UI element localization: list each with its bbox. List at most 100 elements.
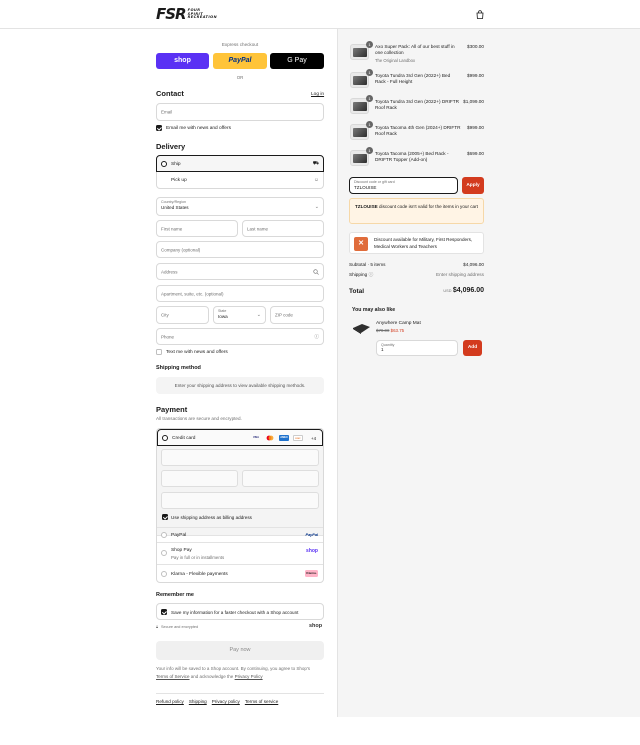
country-value: United States [161,204,189,210]
discount-code-value: TZLOUISE [354,184,377,190]
shipping-policy-link[interactable]: Shipping [189,699,207,704]
discount-code-field[interactable]: Discount code or gift card TZLOUISE [349,177,458,194]
card-expiry-field[interactable] [161,470,238,487]
payment-options: Credit card VISA AMEX DISC +4 Use shippi… [156,428,324,583]
last-name-placeholder: Last name [247,226,269,231]
subtotal-label: Subtotal · 5 items [349,262,386,267]
shop-brand-logo: shop [309,623,323,629]
site-header: FSR FOUR SPIRIT RECREATION [0,0,640,29]
paypal-option[interactable]: PayPal PayPal [157,527,323,542]
logo-words: FOUR SPIRIT RECREATION [187,8,217,20]
paypal-radio[interactable] [161,532,167,538]
secure-label: Secure and encrypted [161,625,199,629]
shop-terms-link[interactable]: Terms of Service [156,674,190,679]
item-name: Toyota Tundra 3rd Gen (2022+) Bed Rack -… [375,73,451,84]
legal-and: and acknowledge the [190,673,234,679]
military-discount-banner[interactable]: ✕ Discount available for Military, First… [349,232,484,254]
item-price: $1,099.00 [463,99,484,104]
email-offers-checkbox[interactable] [156,125,162,131]
product-image [353,48,367,57]
shop-privacy-link[interactable]: Privacy Policy [235,674,263,679]
zip-field[interactable]: ZIP code [270,306,324,324]
address-field[interactable]: Address [156,263,324,280]
also-like-heading: You may also like [352,307,396,313]
shopping-bag-icon[interactable] [476,10,484,19]
apartment-field[interactable]: Apartment, suite, etc. (optional) [156,285,324,302]
login-link[interactable]: Log in [311,92,324,97]
card-cvv-field[interactable] [242,470,319,487]
state-select[interactable]: State Iowa ⌄ [213,306,266,324]
mastercard-icon [265,435,275,441]
state-label: State [218,309,227,313]
refund-policy-link[interactable]: Refund policy [156,699,184,704]
item-name: Toyota Tacoma (2005+) Bed Rack - DRIFTR … [375,151,449,162]
save-info-checkbox[interactable] [161,609,167,615]
text-offers-label: Text me with news and offers [166,350,228,355]
email-field[interactable]: Email [156,103,324,121]
store-icon: ☺ [313,177,319,183]
footer-divider [156,693,324,694]
remember-me-heading: Remember me [156,592,194,598]
shop-pay-subtitle: Pay in full or in installments [171,555,225,560]
shop-pay-radio[interactable] [161,550,167,556]
quantity-badge: 1 [366,95,373,102]
city-field[interactable]: City [156,306,209,324]
item-price: $699.00 [467,151,484,156]
rec-product-name[interactable]: Anywhere Camp Mat [376,321,421,326]
store-logo[interactable]: FSR FOUR SPIRIT RECREATION [156,7,217,22]
help-icon[interactable]: ⓘ [314,334,319,340]
shop-pay-button[interactable]: shop [156,53,209,69]
ship-option[interactable]: Ship ⛟ [156,155,324,172]
chevron-down-icon: ⌄ [256,312,261,318]
shipping-label-text: Shipping [349,272,368,277]
logo-mark: FSR [156,5,187,23]
item-price: $999.00 [467,73,484,78]
google-pay-button[interactable]: G Pay [270,53,324,69]
shipping-info-icon[interactable]: ⓘ [369,272,374,277]
credit-card-option[interactable]: Credit card VISA AMEX DISC +4 [157,429,323,446]
klarna-radio[interactable] [161,571,167,577]
address-placeholder: Address [161,269,178,274]
rec-new-price: $63.75 [390,328,405,333]
city-placeholder: City [161,312,169,318]
apply-discount-button[interactable]: Apply [462,177,484,194]
total-amount: USD $4,096.00 [443,287,484,294]
first-name-field[interactable]: First name [156,220,238,237]
state-value: Iowa [218,313,228,319]
quantity-badge: 1 [366,69,373,76]
credit-card-radio[interactable] [162,435,168,441]
discount-error-notice: TZLOUISE discount code isn't valid for t… [349,198,484,224]
privacy-policy-link[interactable]: Privacy policy [212,699,240,704]
secure-lock-icon: 🔒︎ [156,625,159,629]
text-offers-checkbox[interactable] [156,349,162,355]
pickup-label: Pick up [171,178,187,183]
phone-field[interactable]: Phone ⓘ [156,328,324,345]
contact-heading: Contact [156,89,184,98]
shop-pay-option[interactable]: Shop Pay Pay in full or in installments … [157,542,323,564]
shop-logo: shop [306,548,318,554]
quantity-badge: 1 [366,41,373,48]
quantity-badge: 1 [366,147,373,154]
paypal-logo: PayPal [305,533,318,537]
billing-same-checkbox[interactable] [162,514,168,520]
more-cards-count: +4 [311,435,317,441]
payment-subtitle: All transactions are secure and encrypte… [156,416,242,421]
rec-quantity-field[interactable]: Quantity 1 [376,340,458,356]
ship-radio[interactable] [161,161,167,167]
country-select[interactable]: Country/Region United States ⌄ [156,197,324,216]
card-name-field[interactable] [161,492,319,509]
shipping-method-message: Enter your shipping address to view avai… [156,377,324,394]
paypal-button[interactable]: PayPal [213,53,267,69]
logo-word: RECREATION [187,15,217,20]
klarna-option[interactable]: Klarna - Flexible payments Klarna. [157,564,323,582]
last-name-field[interactable]: Last name [242,220,324,237]
pay-now-button[interactable]: Pay now [156,641,324,660]
terms-of-service-link[interactable]: Terms of service [245,699,278,704]
page-bottom [0,717,640,745]
add-to-cart-button[interactable]: Add [463,340,482,356]
military-discount-text: Discount available for Military, First R… [374,237,473,249]
card-number-field[interactable] [161,449,319,466]
pickup-option[interactable]: Pick up ☺ [156,172,324,189]
company-field[interactable]: Company (optional) [156,241,324,258]
paypal-button-label: PayPal [228,57,252,64]
